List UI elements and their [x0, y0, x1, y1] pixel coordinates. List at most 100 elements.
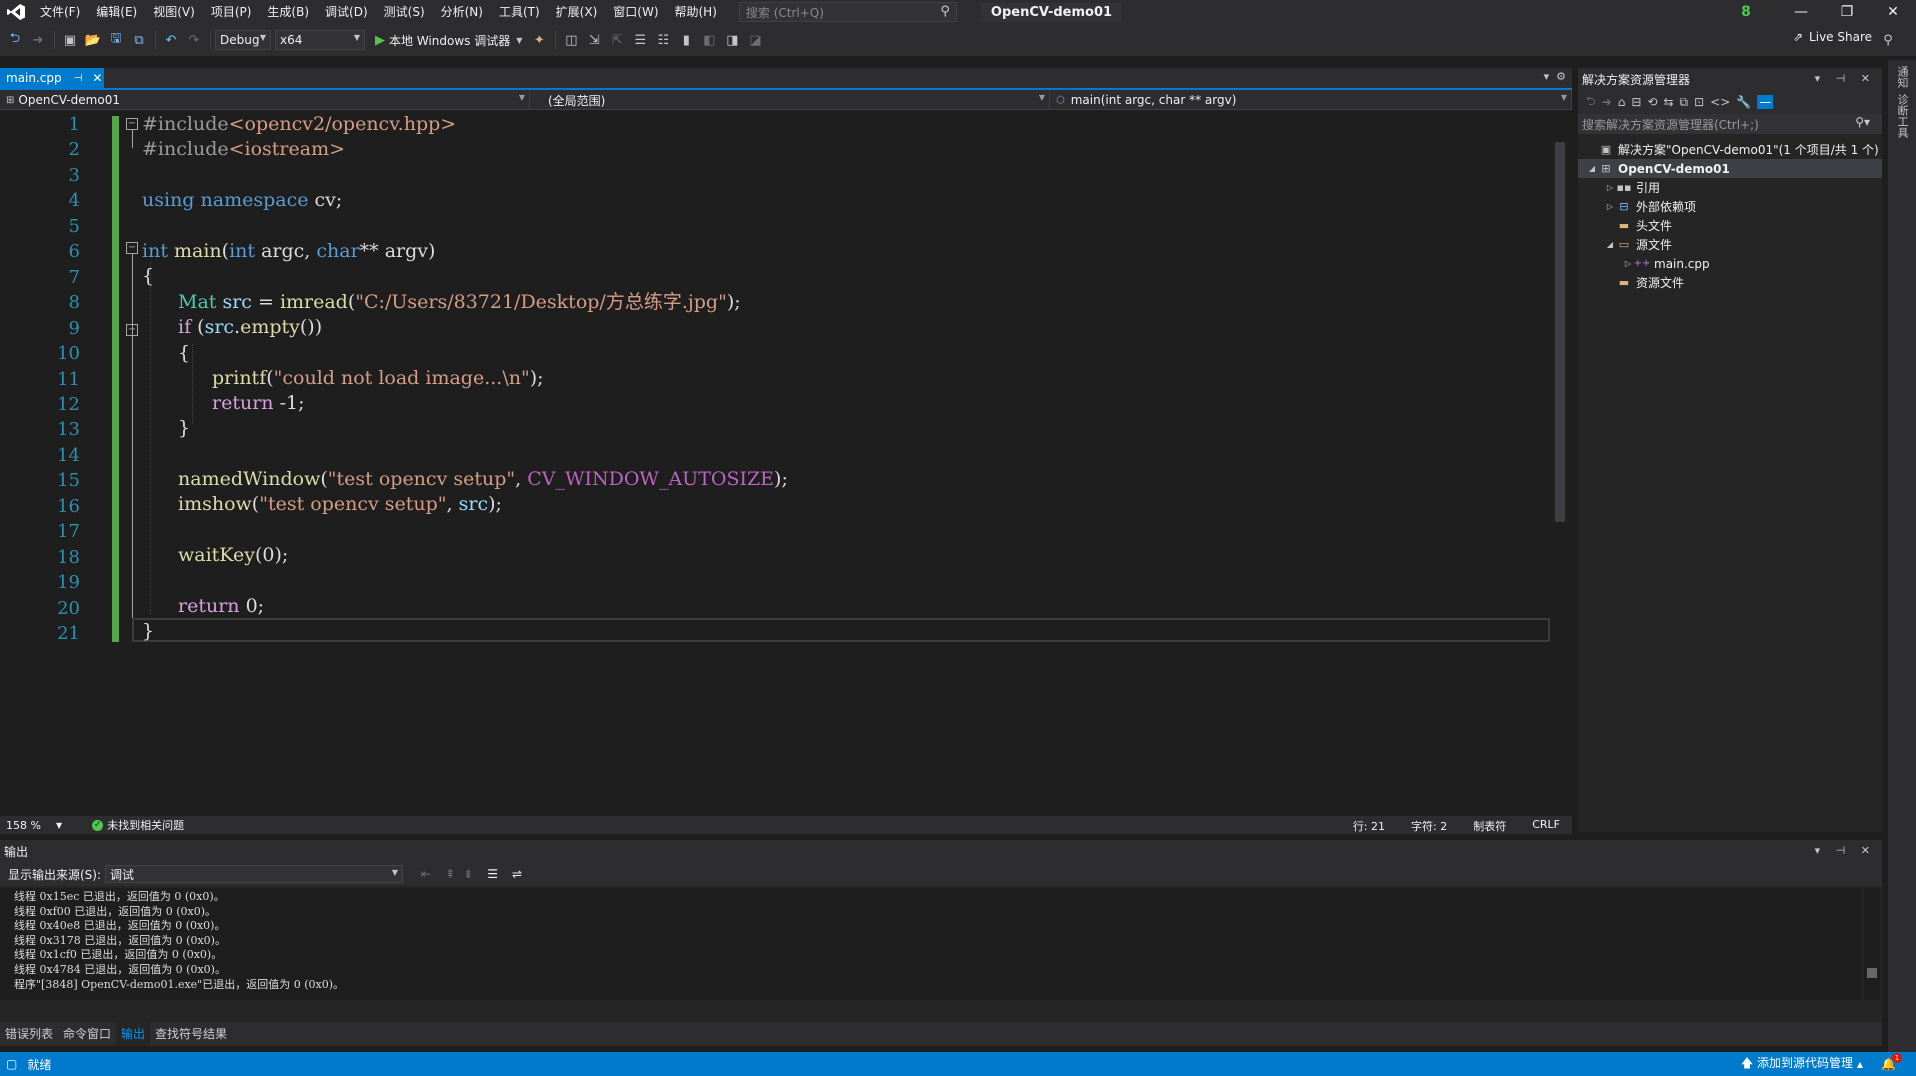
collapsed-icon[interactable]: ▷ — [1622, 259, 1634, 268]
quick-search-input[interactable]: 搜索 (Ctrl+Q) ⚲ — [738, 2, 957, 22]
restore-icon[interactable]: ❐ — [1824, 0, 1870, 24]
word-wrap-icon[interactable]: ⇌ — [512, 867, 522, 881]
prev-message-icon[interactable]: ⇞ — [445, 867, 455, 881]
close-icon[interactable]: ✕ — [1870, 0, 1916, 24]
open-file-icon[interactable]: 📂 — [82, 29, 104, 51]
screenshot-icon[interactable]: ◫ — [560, 29, 582, 51]
code-editor[interactable]: 1 2 3 4 5 6 7 8 9 10 11 12 13 14 15 16 17 18 19 20 21 − − − … — [0, 112, 1562, 814]
menu-project[interactable]: 项目(P) — [203, 0, 260, 24]
zoom-level[interactable]: 158 % — [0, 819, 56, 832]
prev-bookmark-icon[interactable]: ◧ — [698, 29, 720, 51]
menu-window[interactable]: 窗口(W) — [605, 0, 666, 24]
side-tab-notifications[interactable]: 通知 — [1894, 66, 1910, 88]
pane-controls-icon[interactable]: ▾ ⊣ ✕ — [1815, 844, 1876, 857]
solution-config-select[interactable]: Debug ▼ — [215, 30, 271, 50]
save-all-icon[interactable]: ⧉ — [128, 29, 150, 51]
live-share-button[interactable]: ⇗ Live Share — [1793, 30, 1872, 44]
eol-indicator[interactable]: CRLF — [1532, 818, 1560, 834]
close-icon[interactable]: ✕ — [92, 71, 102, 85]
side-tab-diagnostics[interactable]: 诊断工具 — [1894, 94, 1910, 138]
tree-item-main-cpp[interactable]: ▷ ++ main.cpp — [1578, 254, 1882, 273]
menu-tools[interactable]: 工具(T) — [491, 0, 548, 24]
outdent-icon[interactable]: ☷ — [652, 29, 674, 51]
collapse-include-icon[interactable]: − — [126, 118, 138, 130]
menu-build[interactable]: 生成(B) — [259, 0, 317, 24]
find-message-icon[interactable]: ⇤ — [421, 867, 431, 881]
step-over-icon[interactable]: ⇱ — [606, 29, 628, 51]
forward-icon[interactable]: ➜ — [1602, 95, 1612, 109]
menu-extensions[interactable]: 扩展(X) — [548, 0, 606, 24]
undo-icon[interactable]: ↶ — [160, 29, 182, 51]
tree-item-resource-files[interactable]: ▬ 资源文件 — [1578, 273, 1882, 292]
back-icon[interactable]: ⮌ — [1586, 92, 1596, 113]
user-avatar[interactable]: 8 — [1734, 4, 1758, 20]
output-text[interactable]: 线程 0x15ec 已退出，返回值为 0 (0x0)。 线程 0xf00 已退出，… — [0, 888, 1862, 1000]
feedback-icon[interactable]: ⚲ — [1877, 29, 1899, 51]
visual-studio-logo-icon[interactable] — [0, 0, 32, 24]
forward-icon[interactable]: ➜ — [27, 29, 49, 51]
collapsed-icon[interactable]: ▷ — [1604, 202, 1616, 211]
solution-search-input[interactable]: 搜索解决方案资源管理器(Ctrl+;) ⚲▾ — [1578, 114, 1882, 134]
output-source-select[interactable]: 调试 ▼ — [105, 865, 404, 883]
collapse-main-icon[interactable]: − — [126, 242, 138, 254]
tree-item-references[interactable]: ▷ ▪▪ 引用 — [1578, 178, 1882, 197]
menu-edit[interactable]: 编辑(E) — [88, 0, 145, 24]
tree-item-source-files[interactable]: ◢ ▭ 源文件 — [1578, 235, 1882, 254]
scroll-thumb[interactable] — [1867, 968, 1877, 978]
redo-icon[interactable]: ↷ — [183, 29, 205, 51]
save-icon[interactable]: 🖫 — [105, 29, 127, 51]
tab-find-symbol-results[interactable]: 查找符号结果 — [150, 1022, 232, 1046]
pending-changes-icon[interactable]: ⟲ — [1647, 95, 1657, 109]
tree-item-header-files[interactable]: ▬ 头文件 — [1578, 216, 1882, 235]
preview-icon[interactable]: — — [1757, 95, 1774, 109]
tab-error-list[interactable]: 错误列表 — [0, 1022, 58, 1046]
switch-views-icon[interactable]: ⊟ — [1631, 95, 1641, 109]
properties-icon[interactable]: 🔧 — [1736, 95, 1751, 109]
next-message-icon[interactable]: ⇟ — [463, 867, 473, 881]
menu-view[interactable]: 视图(V) — [145, 0, 203, 24]
chevron-down-icon[interactable]: ▼ — [56, 821, 62, 830]
tabs-indicator[interactable]: 制表符 — [1473, 818, 1506, 834]
menu-file[interactable]: 文件(F) — [32, 0, 88, 24]
expanded-icon[interactable]: ◢ — [1604, 240, 1616, 249]
output-vertical-scrollbar[interactable] — [1864, 888, 1880, 1000]
collapse-all-icon[interactable]: ⧉ — [1680, 95, 1689, 110]
tree-item-project[interactable]: ◢ ⊞ OpenCV-demo01 — [1578, 159, 1882, 178]
tab-main-cpp[interactable]: main.cpp ⊣ ✕ — [0, 68, 104, 88]
pin-icon[interactable]: ⊣ — [74, 73, 83, 84]
scroll-thumb[interactable] — [1555, 142, 1565, 522]
bookmark-icon[interactable]: ▮ — [675, 29, 697, 51]
menu-help[interactable]: 帮助(H) — [667, 0, 725, 24]
hot-reload-icon[interactable]: ✦ — [528, 29, 550, 51]
show-all-files-icon[interactable]: ⊡ — [1694, 95, 1704, 109]
clear-all-icon[interactable]: ☰ — [487, 867, 498, 881]
code-icon[interactable]: <> — [1710, 95, 1730, 109]
line-indicator[interactable]: 行: 21 — [1353, 818, 1385, 834]
scope-nav-select[interactable]: (全局范围) ▼ — [530, 90, 1050, 110]
home-icon[interactable]: ⌂ — [1618, 95, 1626, 109]
menu-debug[interactable]: 调试(D) — [317, 0, 376, 24]
indent-icon[interactable]: ☰ — [629, 29, 651, 51]
issues-indicator[interactable]: ✓ 未找到相关问题 — [92, 817, 184, 833]
tab-command-window[interactable]: 命令窗口 — [58, 1022, 116, 1046]
start-debugging-button[interactable]: ▶ 本地 Windows 调试器 ▼ — [375, 32, 522, 49]
menu-analyze[interactable]: 分析(N) — [433, 0, 491, 24]
pane-controls-icon[interactable]: ▾ ⊣ ✕ — [1815, 72, 1876, 85]
step-into-icon[interactable]: ⇲ — [583, 29, 605, 51]
output-horizontal-scrollbar[interactable] — [0, 1000, 1862, 1012]
clear-bookmarks-icon[interactable]: ◪ — [744, 29, 766, 51]
menu-test[interactable]: 测试(S) — [376, 0, 433, 24]
tree-item-solution[interactable]: ▣ 解决方案"OpenCV-demo01"(1 个项目/共 1 个) — [1578, 140, 1882, 159]
collapsed-icon[interactable]: ▷ — [1604, 183, 1616, 192]
project-nav-select[interactable]: ⊞ OpenCV-demo01 ▼ — [0, 90, 530, 110]
tab-output[interactable]: 输出 — [116, 1022, 151, 1046]
expanded-icon[interactable]: ◢ — [1586, 164, 1598, 173]
tree-item-external-deps[interactable]: ▷ ⊟ 外部依赖项 — [1578, 197, 1882, 216]
back-icon[interactable]: ⮌ — [4, 29, 26, 51]
member-nav-select[interactable]: ⬡ main(int argc, char ** argv) ▼ — [1050, 90, 1572, 110]
source-control-button[interactable]: 🡅 添加到源代码管理 ▲ — [1741, 1054, 1863, 1075]
next-bookmark-icon[interactable]: ◨ — [721, 29, 743, 51]
new-project-icon[interactable]: ▣ — [59, 29, 81, 51]
editor-vertical-scrollbar[interactable] — [1552, 112, 1568, 814]
minimize-icon[interactable]: — — [1778, 0, 1824, 24]
